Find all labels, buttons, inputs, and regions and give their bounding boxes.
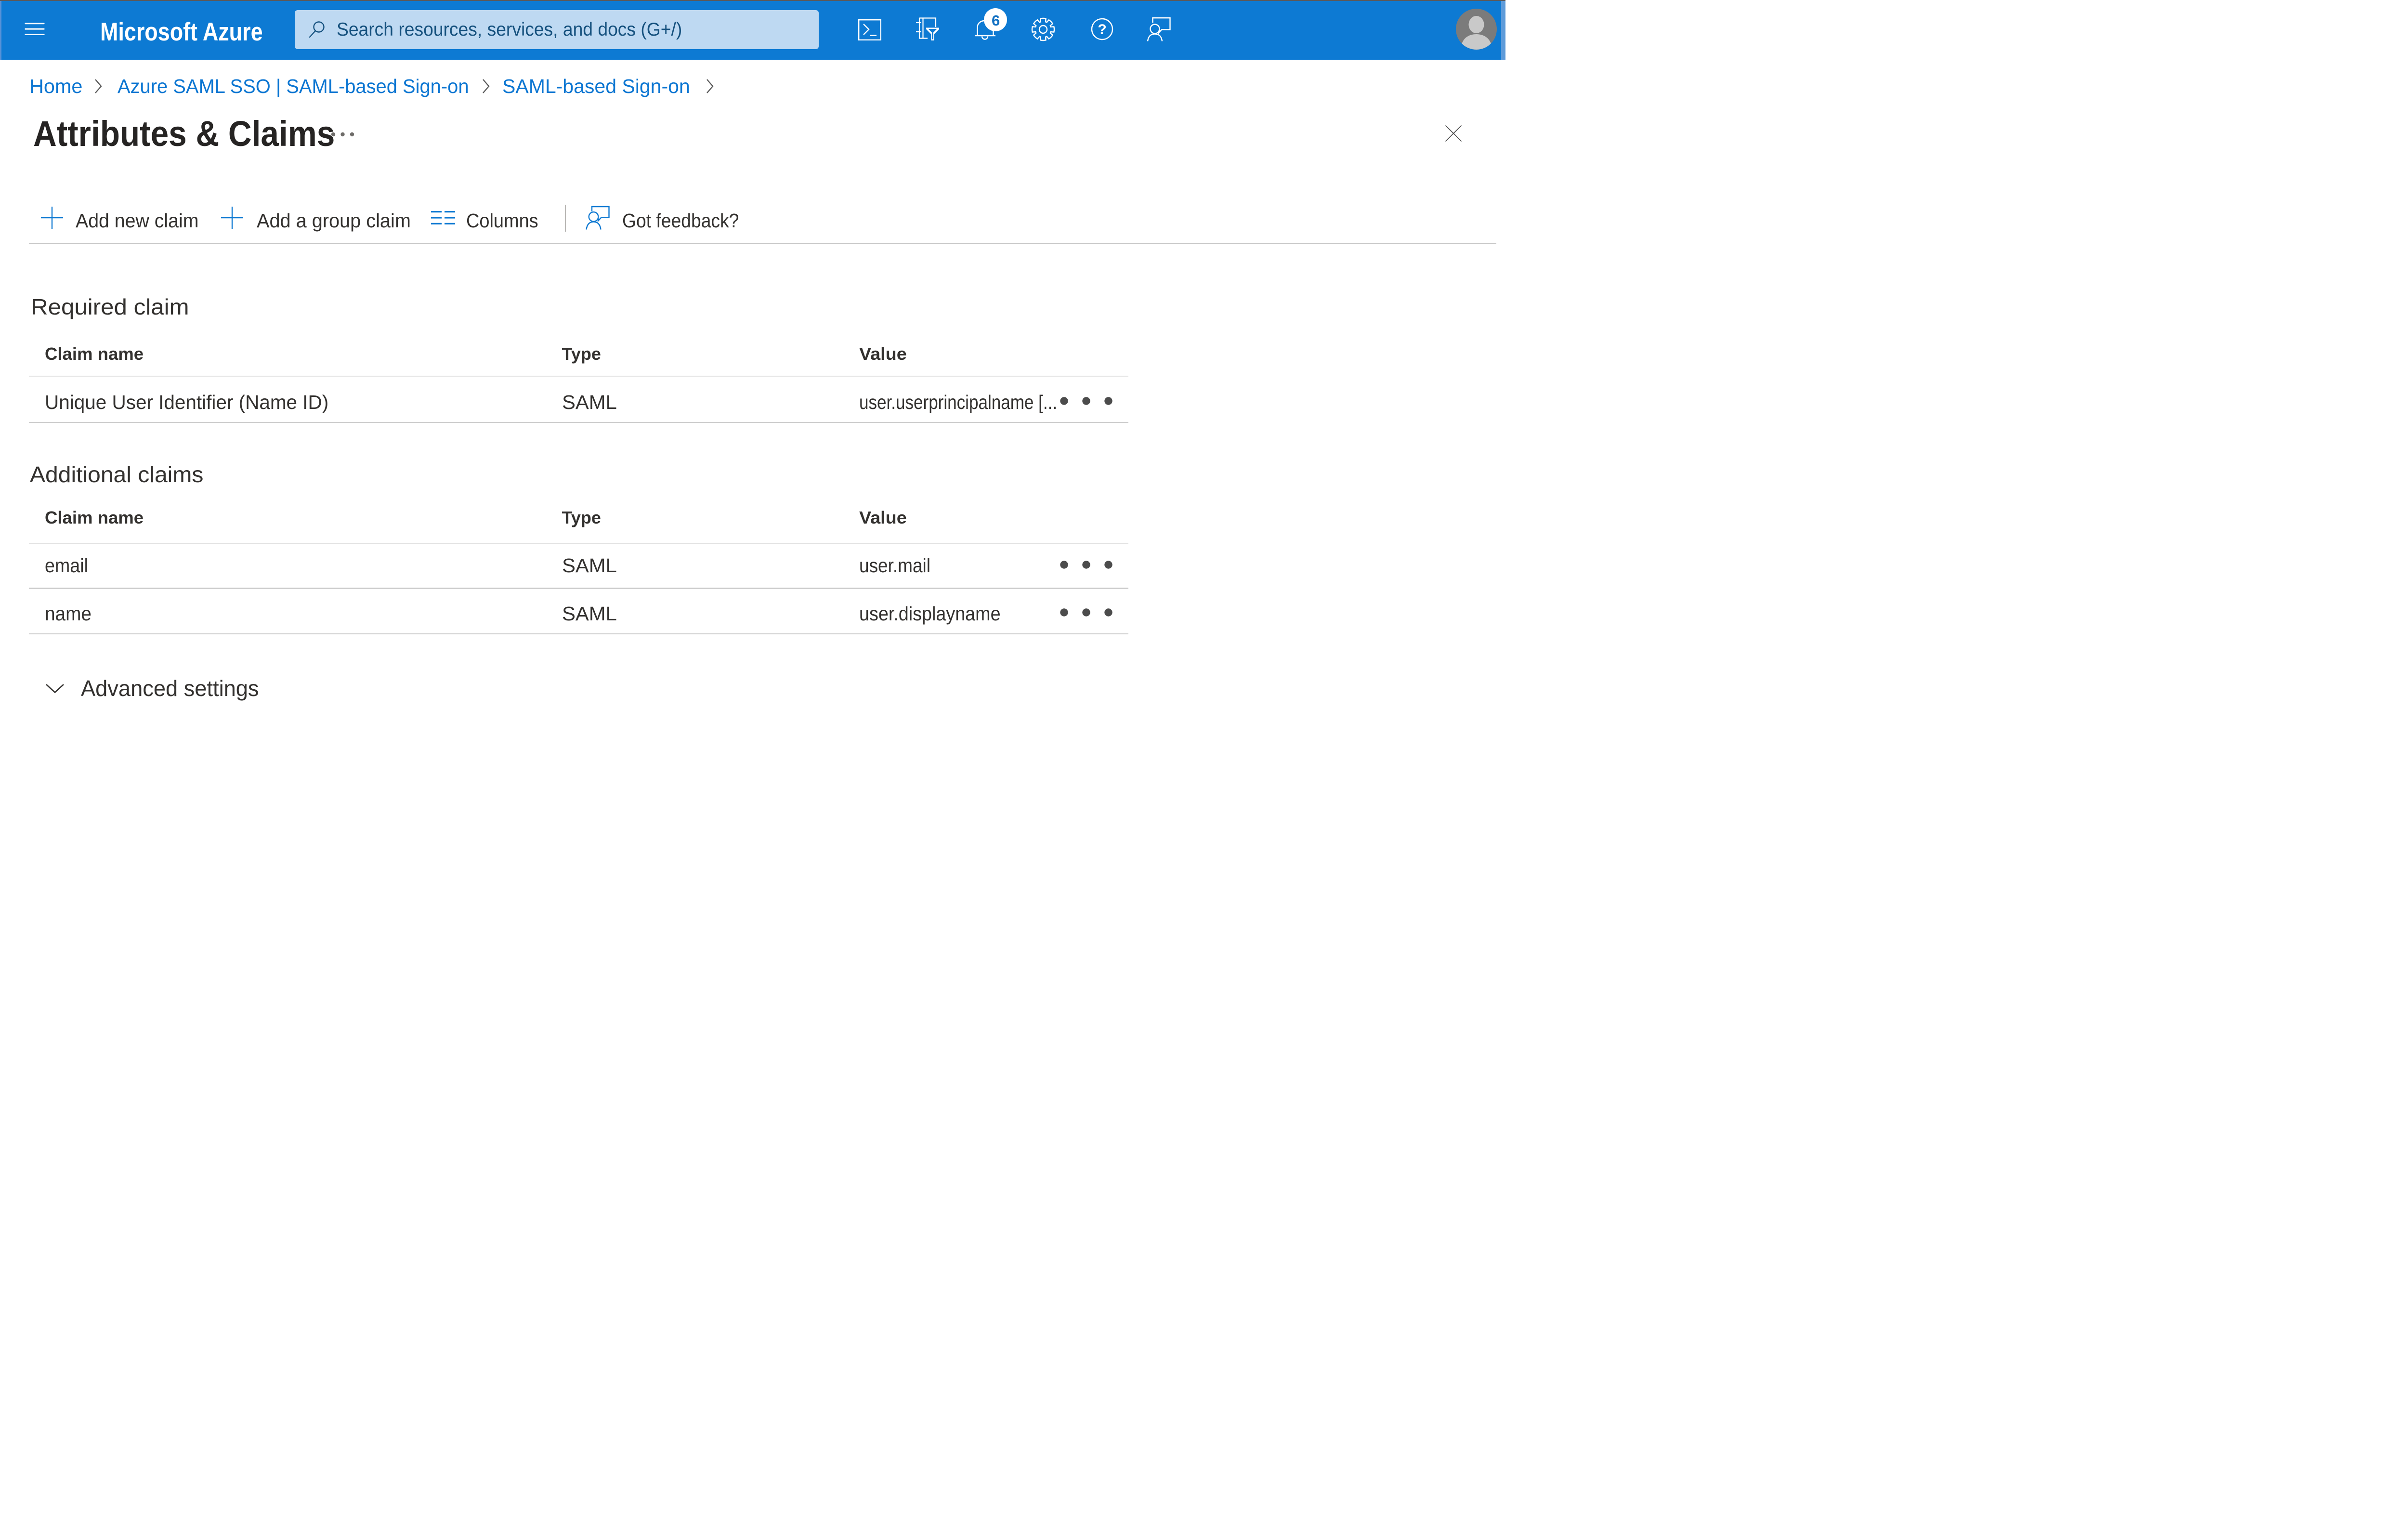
svg-text:?: ? — [1098, 22, 1106, 38]
